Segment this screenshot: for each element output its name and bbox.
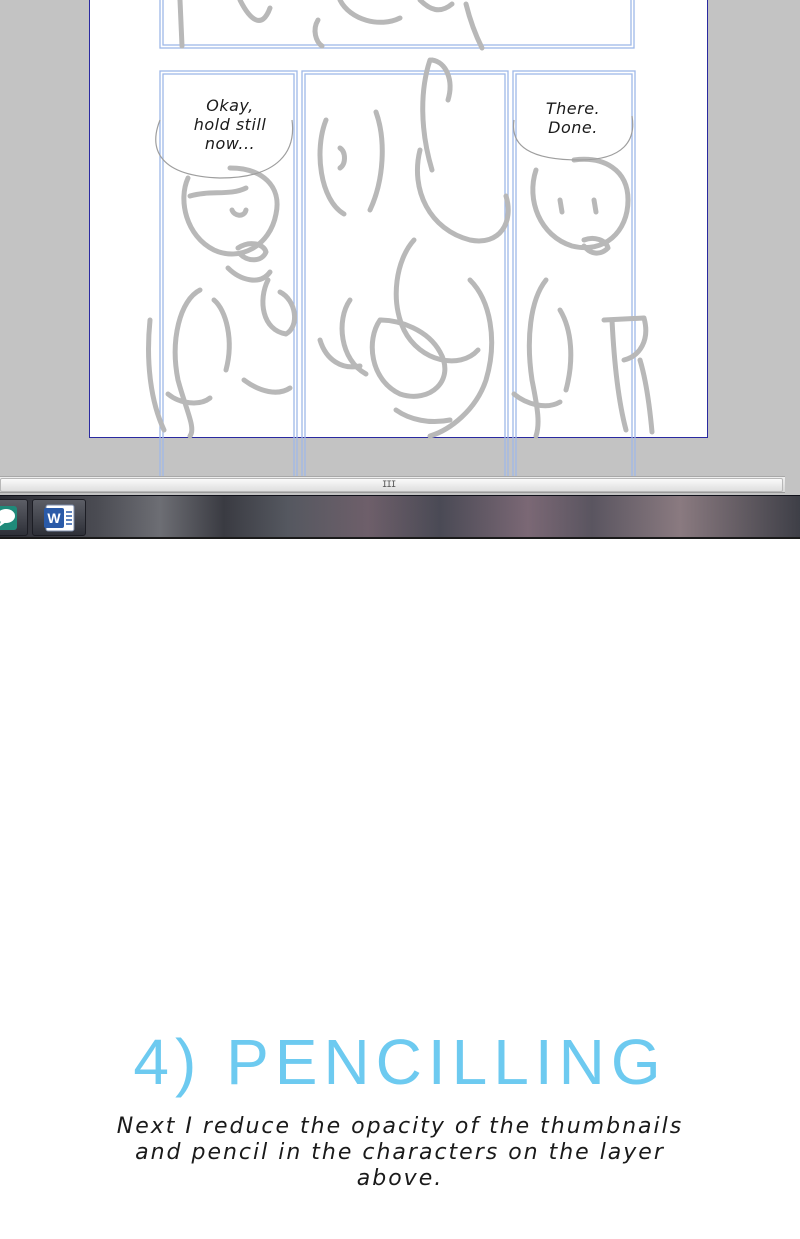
- balloon-line: Okay,: [206, 96, 254, 115]
- chat-bubble-icon: [0, 506, 17, 530]
- windows-taskbar: W: [0, 495, 800, 539]
- horizontal-scrollbar[interactable]: III: [0, 476, 785, 493]
- word-icon: W: [44, 504, 75, 532]
- balloon-line: hold still: [193, 115, 267, 134]
- balloon-line: now...: [204, 134, 256, 153]
- speech-balloon-text: There. Done.: [528, 99, 618, 137]
- art-app-window: Okay, hold still now... There. Done. III: [0, 0, 800, 495]
- speech-balloon-text: Okay, hold still now...: [176, 96, 284, 153]
- section-body-text: Next I reduce the opacity of the thumbna…: [116, 1114, 684, 1191]
- section-heading: 4) PENCILLING: [133, 1026, 667, 1098]
- taskbar-word-button[interactable]: W: [32, 499, 86, 536]
- taskbar-chat-button[interactable]: [0, 499, 28, 536]
- scrollbar-grip-icon[interactable]: III: [382, 480, 396, 490]
- word-icon-glyph: W: [47, 510, 61, 526]
- scrollbar-thumb[interactable]: III: [0, 478, 783, 492]
- screenshot-bottom-rule: [0, 537, 800, 539]
- balloon-line: Done.: [548, 118, 598, 137]
- balloon-line: There.: [545, 99, 601, 118]
- comic-page-canvas[interactable]: [89, 0, 708, 438]
